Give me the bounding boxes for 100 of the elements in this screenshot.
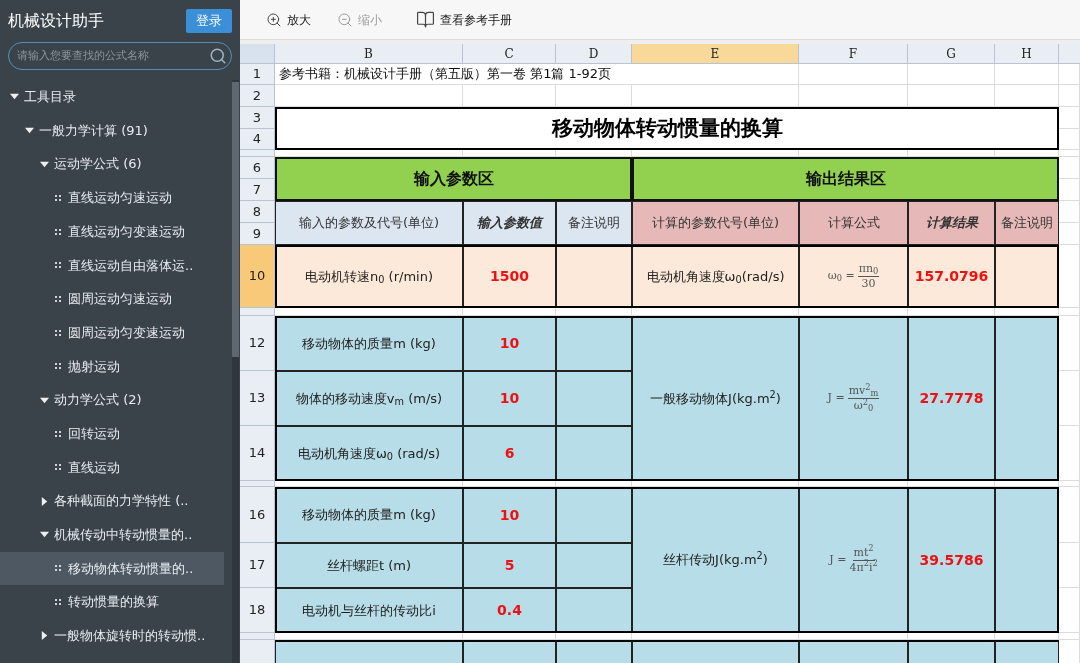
row-header[interactable] xyxy=(240,150,275,157)
caret-down-icon xyxy=(10,92,19,102)
table-cell xyxy=(1059,588,1080,633)
tree-item[interactable]: 圆周运动匀速运动 xyxy=(0,282,224,316)
caret-right-icon xyxy=(40,496,49,506)
tree-item[interactable]: 动力学公式 (2) xyxy=(0,383,232,417)
parameter-label: 移动物体的质量m (kg) xyxy=(302,506,436,525)
column-header[interactable]: B xyxy=(275,44,463,64)
table-cell: 输入参数区 xyxy=(275,157,632,201)
table-cell: 输入的参数及代号(单位) xyxy=(275,201,463,245)
table-cell: 输出结果区 xyxy=(632,157,1059,201)
tree-item[interactable]: 直线运动匀速运动 xyxy=(0,181,224,215)
app-title: 机械设计助手 xyxy=(8,10,104,32)
toolbar-button[interactable]: 查看参考手册 xyxy=(416,10,512,29)
tree-item[interactable]: 直线运动 xyxy=(0,450,224,485)
tree-item[interactable]: 一般物体旋转时的转动惯.. xyxy=(0,619,232,653)
row-header[interactable] xyxy=(240,308,275,316)
grip-dots-icon xyxy=(55,565,61,572)
row-header[interactable]: 18 xyxy=(240,588,275,633)
output-label: 电动机角速度ω$_{0}$(rad/s) xyxy=(646,267,785,287)
tree-item[interactable]: 各种截面的力学特性 (.. xyxy=(0,484,232,518)
tree-item[interactable]: 抛射运动 xyxy=(0,349,224,384)
table-cell xyxy=(1059,426,1080,481)
grip-dots-icon xyxy=(55,464,61,471)
caret-right-icon xyxy=(40,631,49,641)
caret-down-icon xyxy=(25,126,34,136)
column-header[interactable]: D xyxy=(556,44,632,64)
table-cell xyxy=(1059,85,1080,107)
parameter-label: 电动机角速度ω$_{0}$ (rad/s) xyxy=(297,444,441,464)
grip-dots-icon xyxy=(55,329,61,336)
row-header[interactable]: 17 xyxy=(240,543,275,588)
grip-dots-icon xyxy=(55,295,61,302)
grip-dots-icon xyxy=(55,599,61,606)
tree-item[interactable]: 回转运动 xyxy=(0,416,224,451)
table-cell: 27.7778 xyxy=(908,316,995,481)
tree-item[interactable]: 一般力学计算 (91) xyxy=(0,113,232,148)
grip-dots-icon xyxy=(55,194,61,201)
row-header[interactable]: 12 xyxy=(240,316,275,371)
row-header[interactable]: 13 xyxy=(240,371,275,426)
table-cell xyxy=(1059,487,1080,543)
search-input[interactable]: 请输入您要查找的公式名称 xyxy=(17,47,209,65)
tree-item[interactable]: 运动学公式 (6) xyxy=(0,147,232,182)
row-header[interactable]: 8 xyxy=(240,201,275,223)
row-header[interactable]: 14 xyxy=(240,426,275,481)
scrollbar-thumb[interactable] xyxy=(232,82,239,357)
column-header[interactable]: C xyxy=(463,44,556,64)
output-label: 丝杆传动J(kg.m$^{2}$) xyxy=(663,550,768,570)
table-cell: 备注说明 xyxy=(995,201,1059,245)
grip-dots-icon xyxy=(55,262,61,269)
row-header[interactable] xyxy=(240,481,275,487)
output-label: 一般移动物体J(kg.m$^{2}$) xyxy=(650,388,781,408)
tree-item[interactable]: 直线运动自由落体运.. xyxy=(0,248,224,283)
column-header[interactable]: E xyxy=(632,44,799,64)
parameter-label: 电动机与丝杆的传动比i xyxy=(302,601,436,620)
table-cell: 计算结果 xyxy=(908,201,995,245)
column-header[interactable] xyxy=(1059,44,1080,64)
caret-down-icon xyxy=(40,159,49,169)
parameter-label: 丝杆螺距t (m) xyxy=(326,556,411,575)
toolbar-button[interactable]: 放大 xyxy=(266,10,311,29)
row-header[interactable]: 9 xyxy=(240,223,275,245)
table-cell xyxy=(1059,543,1080,588)
table-cell xyxy=(1059,245,1080,308)
tree-item[interactable]: 直线运动匀变速运动 xyxy=(0,214,224,249)
column-header[interactable]: H xyxy=(995,44,1059,64)
row-header[interactable]: 3 xyxy=(240,107,275,129)
tree-item[interactable]: 机械传动中转动惯量的.. xyxy=(0,517,232,552)
table-cell: 计算公式 xyxy=(799,201,908,245)
table-cell: 计算的参数代号(单位) xyxy=(632,201,799,245)
search-icon[interactable] xyxy=(209,47,227,65)
grip-dots-icon xyxy=(55,430,61,437)
zoom-in-icon xyxy=(266,11,282,28)
parameter-label: 电动机转速n$_{0}$ (r/min) xyxy=(305,267,433,287)
table-cell xyxy=(1059,371,1080,426)
zoom-out-icon xyxy=(337,11,353,28)
tree-item[interactable]: 移动物体转动惯量的.. xyxy=(0,551,224,586)
caret-down-icon xyxy=(40,530,49,540)
row-header[interactable]: 7 xyxy=(240,179,275,201)
tree-item[interactable]: 转动惯量的换算 xyxy=(0,585,224,619)
row-header[interactable]: 4 xyxy=(240,129,275,150)
table-cell: 输入参数值 xyxy=(463,201,556,245)
column-header[interactable]: F xyxy=(799,44,908,64)
row-header[interactable] xyxy=(240,633,275,640)
select-all-corner[interactable] xyxy=(240,44,275,64)
tree-item[interactable]: 圆周运动匀变速运动 xyxy=(0,315,224,350)
table-cell xyxy=(1059,316,1080,371)
table-cell: 39.5786 xyxy=(908,487,995,633)
book-icon xyxy=(416,10,435,29)
parameter-label: 物体的移动速度v$_{m}$ (m/s) xyxy=(295,389,443,409)
table-cell: 备注说明 xyxy=(556,201,632,245)
tree-item[interactable]: 工具目录 xyxy=(0,80,232,114)
row-header[interactable]: 16 xyxy=(240,487,275,543)
row-header[interactable]: 2 xyxy=(240,85,275,107)
row-header[interactable]: 10 xyxy=(240,245,275,308)
row-header[interactable]: 6 xyxy=(240,157,275,179)
caret-down-icon xyxy=(40,395,49,405)
grip-dots-icon xyxy=(55,228,61,235)
parameter-label: 移动物体的质量m (kg) xyxy=(302,334,436,353)
table-cell: 移动物体转动惯量的换算 xyxy=(275,107,1059,150)
row-header[interactable]: 1 xyxy=(240,64,275,85)
column-header[interactable]: G xyxy=(908,44,995,64)
